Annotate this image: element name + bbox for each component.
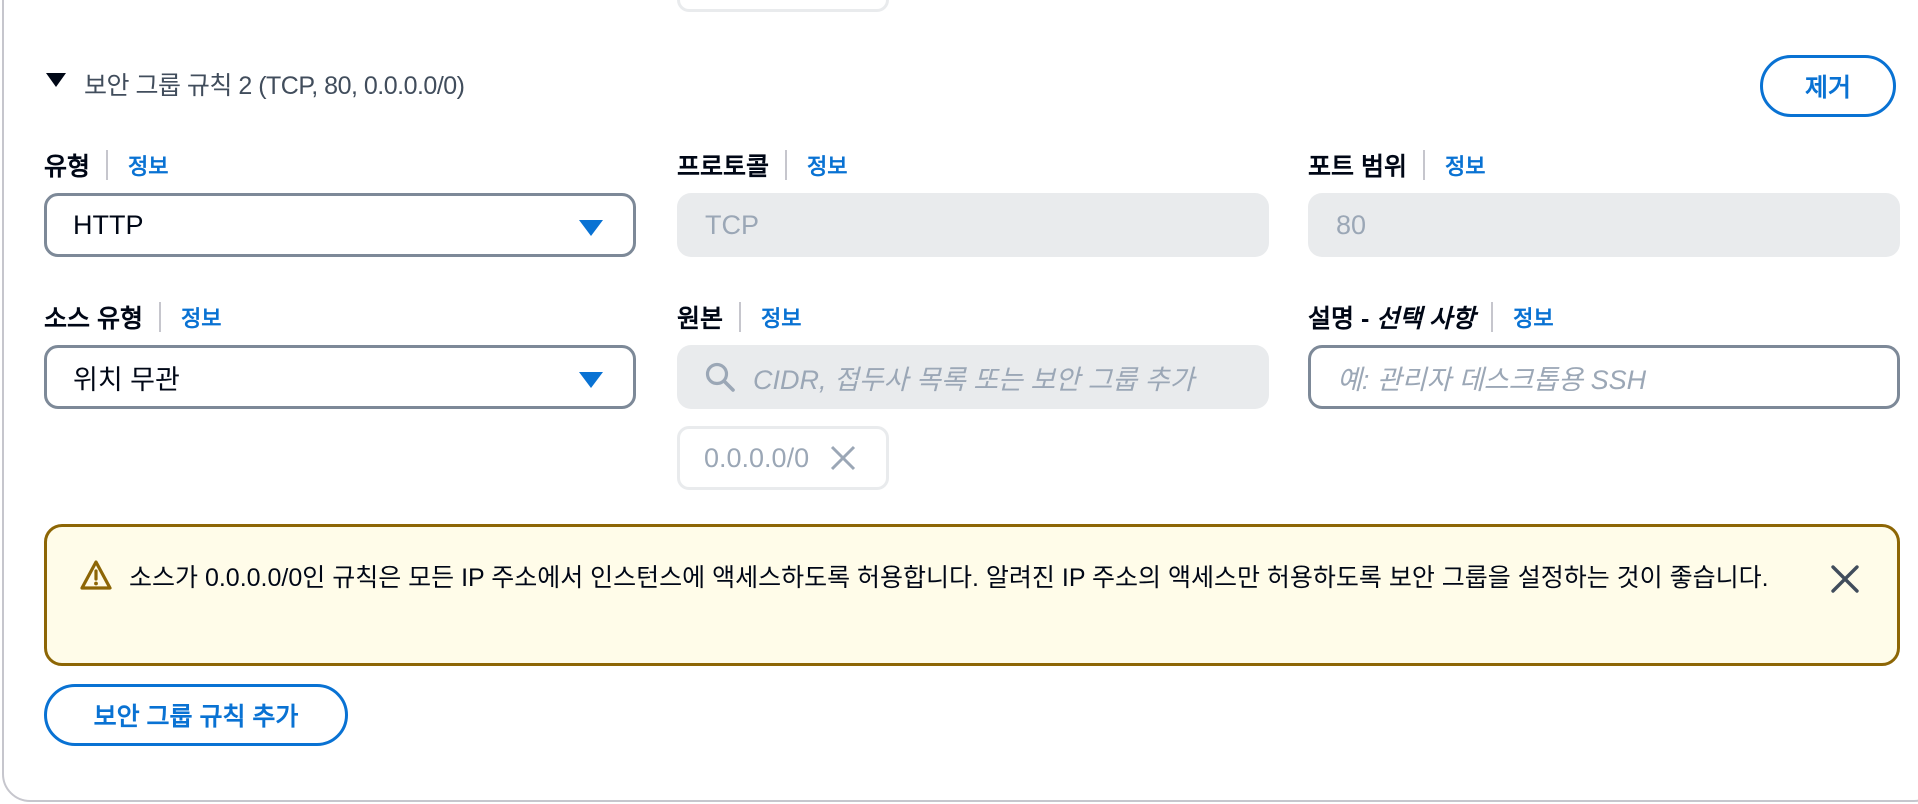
source-search-placeholder: CIDR, 접두사 목록 또는 보안 그룹 추가	[753, 364, 1195, 395]
source-label-row: 원본 정보	[677, 300, 802, 334]
description-info-link[interactable]: 정보	[1513, 301, 1553, 333]
source-type-label: 소스 유형	[44, 305, 143, 333]
rule-expand-toggle[interactable]: 보안 그룹 규칙 2 (TCP, 80, 0.0.0.0/0)	[46, 64, 465, 104]
label-divider	[106, 150, 109, 180]
port-range-label: 포트 범위	[1308, 153, 1407, 181]
close-icon[interactable]	[1829, 563, 1861, 595]
dropdown-caret-icon	[579, 220, 603, 236]
source-cidr-token-label: 0.0.0.0/0	[704, 442, 810, 473]
type-select[interactable]: HTTP	[44, 193, 636, 257]
port-range-field: 80	[1308, 193, 1900, 257]
alert-message: 소스가 0.0.0.0/0인 규칙은 모든 IP 주소에서 인스턴스에 액세스하…	[129, 564, 1769, 592]
remove-button[interactable]: 제거	[1760, 55, 1896, 117]
description-placeholder: 예: 관리자 데스크톱용 SSH	[1337, 364, 1647, 395]
source-label: 원본	[677, 305, 724, 333]
search-icon	[705, 362, 735, 392]
port-range-info-link[interactable]: 정보	[1445, 149, 1485, 181]
type-label-row: 유형 정보	[44, 148, 169, 182]
close-icon[interactable]	[829, 444, 857, 472]
source-info-link[interactable]: 정보	[761, 301, 801, 333]
port-range-value: 80	[1336, 209, 1367, 240]
protocol-field: TCP	[677, 193, 1269, 257]
warning-alert: 소스가 0.0.0.0/0인 규칙은 모든 IP 주소에서 인스턴스에 액세스하…	[44, 524, 1900, 666]
source-cidr-token: 0.0.0.0/0	[677, 426, 889, 490]
label-divider	[1422, 150, 1425, 180]
type-label: 유형	[44, 153, 91, 181]
source-type-label-row: 소스 유형 정보	[44, 300, 221, 334]
protocol-label-row: 프로토콜 정보	[677, 148, 848, 182]
source-type-select[interactable]: 위치 무관	[44, 345, 636, 409]
type-select-value: HTTP	[73, 209, 144, 240]
description-label-optional: 선택 사항	[1376, 305, 1476, 333]
label-divider	[739, 302, 742, 332]
caret-down-icon	[46, 73, 66, 87]
protocol-label: 프로토콜	[677, 153, 770, 181]
port-range-label-row: 포트 범위 정보	[1308, 148, 1485, 182]
previous-rule-token	[677, 0, 889, 12]
description-input[interactable]: 예: 관리자 데스크톱용 SSH	[1308, 345, 1900, 409]
source-type-select-value: 위치 무관	[73, 364, 180, 395]
warning-icon	[80, 560, 112, 590]
description-label: 설명 - 선택 사항	[1308, 299, 1475, 335]
rule-title: 보안 그룹 규칙 2 (TCP, 80, 0.0.0.0/0)	[84, 72, 465, 100]
dropdown-caret-icon	[579, 372, 603, 388]
protocol-info-link[interactable]: 정보	[807, 149, 847, 181]
type-info-link[interactable]: 정보	[128, 149, 168, 181]
label-divider	[785, 150, 788, 180]
description-label-main: 설명 -	[1308, 305, 1377, 333]
add-security-group-rule-button[interactable]: 보안 그룹 규칙 추가	[44, 684, 348, 746]
label-divider	[158, 302, 161, 332]
description-label-row: 설명 - 선택 사항 정보	[1308, 300, 1554, 334]
label-divider	[1491, 302, 1494, 332]
source-type-info-link[interactable]: 정보	[181, 301, 221, 333]
source-search-input[interactable]: CIDR, 접두사 목록 또는 보안 그룹 추가	[677, 345, 1269, 409]
protocol-value: TCP	[705, 209, 759, 240]
